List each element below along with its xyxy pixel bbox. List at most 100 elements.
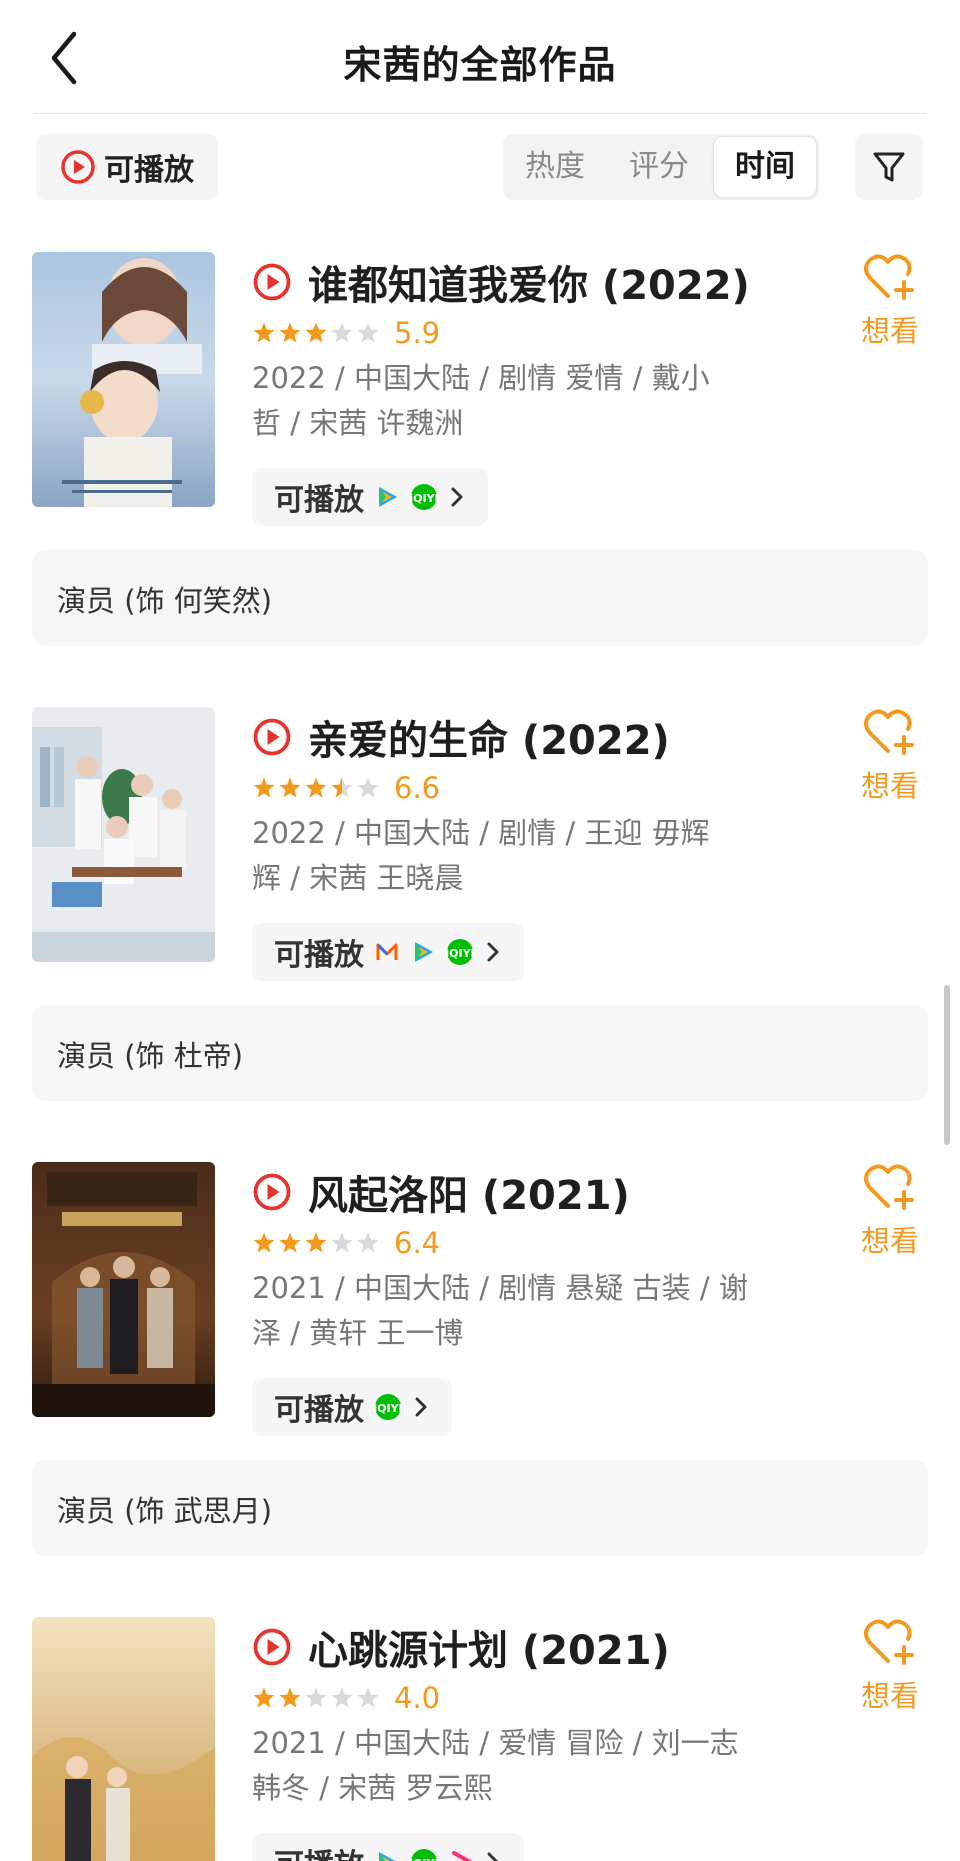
- page-title: 宋茜的全部作品: [343, 43, 617, 87]
- play-sources-button[interactable]: 可播放 iQIYI: [252, 1378, 452, 1436]
- svg-text:iQIYI: iQIYI: [446, 947, 474, 960]
- role-text: 演员 (饰 杜帝): [57, 1039, 244, 1073]
- play-sources-label: 可播放: [274, 483, 364, 518]
- star-icon: [279, 1232, 301, 1253]
- want-to-watch-label: 想看: [860, 769, 919, 803]
- want-to-watch-label: 想看: [860, 314, 919, 348]
- chevron-right-icon: [415, 1397, 427, 1417]
- want-to-watch-label: 想看: [860, 1224, 919, 1258]
- work-title-row[interactable]: 亲爱的生命 (2022): [252, 713, 670, 764]
- rating-score: 4.0: [394, 1681, 441, 1715]
- work-meta: 2021 / 中国大陆 / 剧情 悬疑 古装 / 谢 泽 / 黄轩 王一博: [252, 1266, 772, 1356]
- star-rating: [252, 776, 380, 800]
- play-sources-label: 可播放: [274, 1393, 364, 1428]
- meta-line: 2022 / 中国大陆 / 剧情 / 王迎 毋辉: [252, 816, 710, 850]
- play-sources-button[interactable]: 可播放 iQIYI: [252, 923, 524, 981]
- tencent-video-icon: [415, 942, 433, 962]
- role-info: 演员 (饰 何笑然): [32, 550, 928, 646]
- meta-line: 2021 / 中国大陆 / 爱情 冒险 / 刘一志: [252, 1726, 739, 1760]
- work-title-row[interactable]: 谁都知道我爱你 (2022): [252, 258, 750, 309]
- star-icon: [279, 322, 301, 343]
- play-sources-button[interactable]: 可播放 iQIYI: [252, 1833, 524, 1861]
- work-title-row[interactable]: 风起洛阳 (2021): [252, 1168, 630, 1219]
- role-info: 演员 (饰 杜帝): [32, 1005, 928, 1101]
- rating-row: 5.9: [252, 314, 440, 352]
- star-rating: [252, 1231, 380, 1255]
- iqiyi-icon: iQIYI: [374, 1394, 402, 1420]
- star-icon: [253, 777, 275, 798]
- playable-filter-button[interactable]: 可播放: [36, 134, 218, 200]
- poster-image[interactable]: [32, 252, 215, 507]
- play-circle-icon: [253, 718, 291, 756]
- meta-line: 2021 / 中国大陆 / 剧情 悬疑 古装 / 谢: [252, 1271, 748, 1305]
- play-circle-icon: [253, 1628, 291, 1666]
- work-card[interactable]: 亲爱的生命 (2022) 6.6 2022 / 中国大陆 / 剧情 / 王迎 毋…: [0, 707, 960, 1102]
- star-icon: [357, 322, 379, 343]
- iqiyi-icon: iQIYI: [446, 939, 474, 965]
- role-text: 演员 (饰 武思月): [57, 1494, 273, 1528]
- star-icon: [279, 777, 301, 798]
- work-card[interactable]: 风起洛阳 (2021) 6.4 2021 / 中国大陆 / 剧情 悬疑 古装 /…: [0, 1162, 960, 1557]
- star-icon: [305, 1687, 327, 1708]
- want-to-watch-button[interactable]: 想看: [850, 1162, 930, 1260]
- star-icon: [331, 1232, 353, 1253]
- heart-plus-icon: [864, 709, 914, 755]
- sort-segmented-control: 热度 评分 时间: [503, 134, 819, 200]
- work-card[interactable]: 谁都知道我爱你 (2022) 5.9 2022 / 中国大陆 / 剧情 爱情 /…: [0, 252, 960, 647]
- chevron-right-icon: [451, 487, 463, 507]
- svg-text:iQIYI: iQIYI: [410, 492, 438, 505]
- star-icon: [253, 1687, 275, 1708]
- star-rating: [252, 321, 380, 345]
- sort-tab-popularity[interactable]: 热度: [503, 134, 607, 200]
- work-title: 心跳源计划 (2021): [308, 1628, 670, 1674]
- star-icon: [305, 777, 327, 798]
- star-icon: [331, 777, 353, 798]
- role-text: 演员 (饰 何笑然): [57, 584, 273, 618]
- play-circle-icon: [253, 263, 291, 301]
- svg-text:iQIYI: iQIYI: [374, 1402, 402, 1415]
- sort-tab-time[interactable]: 时间: [713, 136, 817, 198]
- iqiyi-icon: iQIYI: [410, 484, 438, 510]
- iqiyi-icon: iQIYI: [410, 1849, 438, 1861]
- work-title: 亲爱的生命 (2022): [308, 718, 670, 764]
- play-sources-label: 可播放: [274, 938, 364, 973]
- work-title-row[interactable]: 心跳源计划 (2021): [252, 1623, 670, 1674]
- role-info: 演员 (饰 武思月): [32, 1460, 928, 1556]
- heart-plus-icon: [864, 1164, 914, 1210]
- filter-funnel-icon: [873, 152, 905, 182]
- star-icon: [253, 1232, 275, 1253]
- rating-row: 6.4: [252, 1224, 440, 1262]
- work-card[interactable]: 心跳源计划 (2021) 4.0 2021 / 中国大陆 / 爱情 冒险 / 刘…: [0, 1617, 960, 1861]
- chevron-right-icon: [487, 1852, 499, 1861]
- want-to-watch-button[interactable]: 想看: [850, 1617, 930, 1715]
- poster-image[interactable]: [32, 1162, 215, 1417]
- work-title: 风起洛阳 (2021): [308, 1173, 630, 1219]
- heart-plus-icon: [864, 1619, 914, 1665]
- play-sources-button[interactable]: 可播放 iQIYI: [252, 468, 488, 526]
- filter-button[interactable]: [855, 134, 923, 200]
- rating-score: 5.9: [394, 316, 441, 350]
- rating-row: 6.6: [252, 769, 440, 807]
- star-icon: [331, 322, 353, 343]
- meta-line: 韩冬 / 宋茜 罗云熙: [252, 1771, 493, 1805]
- meta-line: 泽 / 黄轩 王一博: [252, 1316, 464, 1350]
- work-meta: 2022 / 中国大陆 / 剧情 爱情 / 戴小 哲 / 宋茜 许魏洲: [252, 356, 772, 446]
- star-icon: [305, 1232, 327, 1253]
- header-divider: [34, 113, 926, 114]
- play-circle-icon: [253, 1173, 291, 1211]
- poster-image[interactable]: [32, 707, 215, 962]
- playable-filter-label: 可播放: [104, 153, 194, 188]
- star-icon: [357, 777, 379, 798]
- work-title: 谁都知道我爱你 (2022): [308, 263, 750, 309]
- scrollbar-thumb[interactable]: [944, 985, 950, 1145]
- poster-image[interactable]: [32, 1617, 215, 1861]
- rating-score: 6.6: [394, 771, 441, 805]
- filter-toolbar: 可播放 热度 评分 时间: [0, 132, 960, 202]
- want-to-watch-button[interactable]: 想看: [850, 252, 930, 350]
- star-icon: [357, 1232, 379, 1253]
- want-to-watch-button[interactable]: 想看: [850, 707, 930, 805]
- sort-tab-rating[interactable]: 评分: [607, 134, 711, 200]
- meta-line: 2022 / 中国大陆 / 剧情 爱情 / 戴小: [252, 361, 710, 395]
- youku-icon: [452, 1851, 472, 1861]
- star-icon: [331, 1687, 353, 1708]
